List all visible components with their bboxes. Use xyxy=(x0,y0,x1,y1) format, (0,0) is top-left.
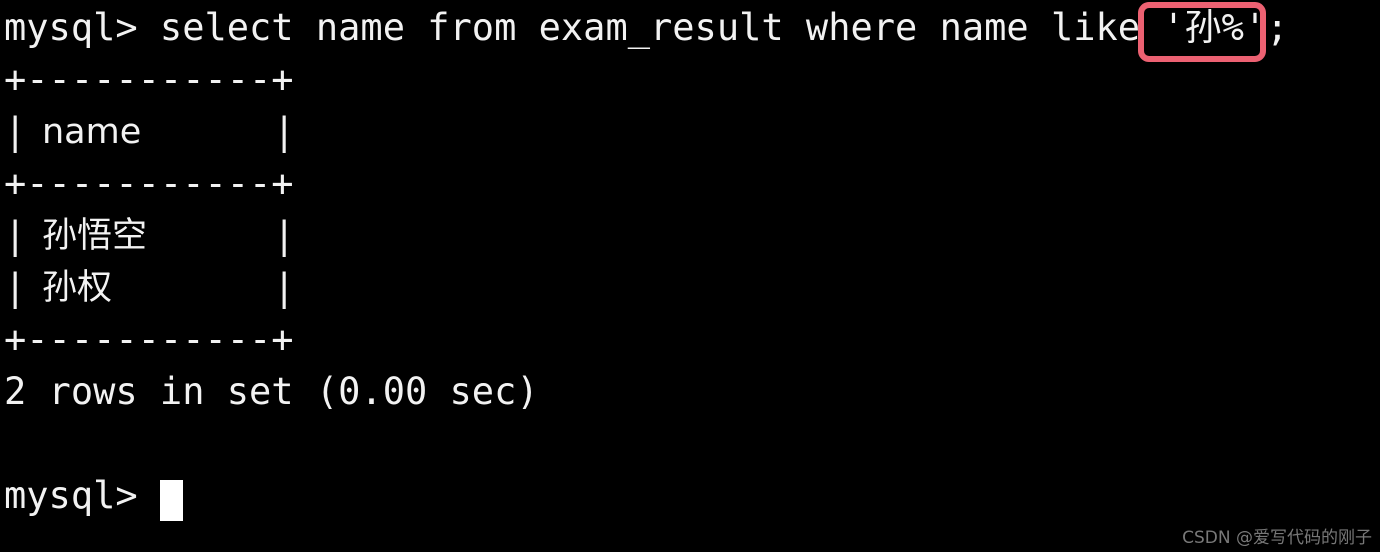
result-table-header-pipe-right: | xyxy=(273,110,296,153)
table-row-value: 孙权 xyxy=(42,268,113,308)
result-table-header-separator: +-----------+ xyxy=(4,162,294,205)
terminal-window[interactable]: mysql> select name from exam_result wher… xyxy=(0,0,1380,552)
table-row-pipe-left: | xyxy=(4,214,27,257)
terminal-prompt[interactable]: mysql> xyxy=(4,470,160,522)
table-row-pipe-left: | xyxy=(4,266,27,309)
table-row-pipe-right: | xyxy=(273,214,296,257)
terminal-line-command: mysql> select name from exam_result wher… xyxy=(4,6,1289,49)
terminal-screen[interactable]: mysql> select name from exam_result wher… xyxy=(0,0,1380,552)
result-table-header-pipe-left: | xyxy=(4,110,27,153)
result-table-bottom-border: +-----------+ xyxy=(4,318,294,361)
terminal-cursor xyxy=(160,480,183,521)
result-table-top-border: +-----------+ xyxy=(4,58,294,101)
result-status-line: 2 rows in set (0.00 sec) xyxy=(4,370,539,413)
table-row-pipe-right: | xyxy=(273,266,296,309)
watermark-label: CSDN @爱写代码的刚子 xyxy=(1182,528,1372,548)
table-row-value: 孙悟空 xyxy=(42,216,148,256)
result-table-header-name: name xyxy=(42,112,142,152)
